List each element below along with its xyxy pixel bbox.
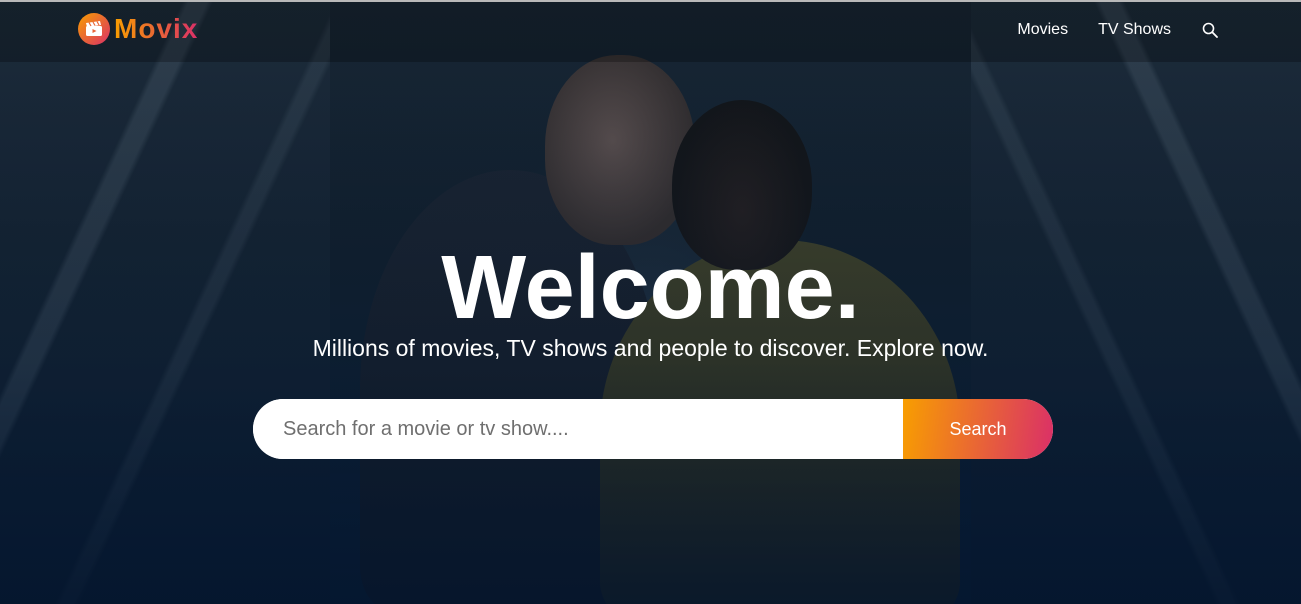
nav-item-movies[interactable]: Movies xyxy=(1017,21,1068,39)
nav-item-tv-shows[interactable]: TV Shows xyxy=(1098,21,1171,39)
hero-subtitle: Millions of movies, TV shows and people … xyxy=(312,335,989,361)
logo[interactable]: Movix xyxy=(78,13,198,45)
top-header: Movix Movies TV Shows xyxy=(0,0,1301,62)
main-nav: Movies TV Shows xyxy=(1017,21,1219,39)
logo-text: Movix xyxy=(114,13,199,44)
film-clapper-icon xyxy=(78,13,110,45)
search-input[interactable] xyxy=(253,399,903,459)
app-viewport: Movix Movies TV Shows Welcome. Millions … xyxy=(0,0,1301,604)
search-icon[interactable] xyxy=(1201,21,1219,39)
search-button[interactable]: Search xyxy=(903,399,1053,459)
hero-banner: Welcome. Millions of movies, TV shows an… xyxy=(0,0,1301,604)
hero-title: Welcome. xyxy=(441,238,860,338)
hero-search-bar: Search xyxy=(253,399,1053,459)
